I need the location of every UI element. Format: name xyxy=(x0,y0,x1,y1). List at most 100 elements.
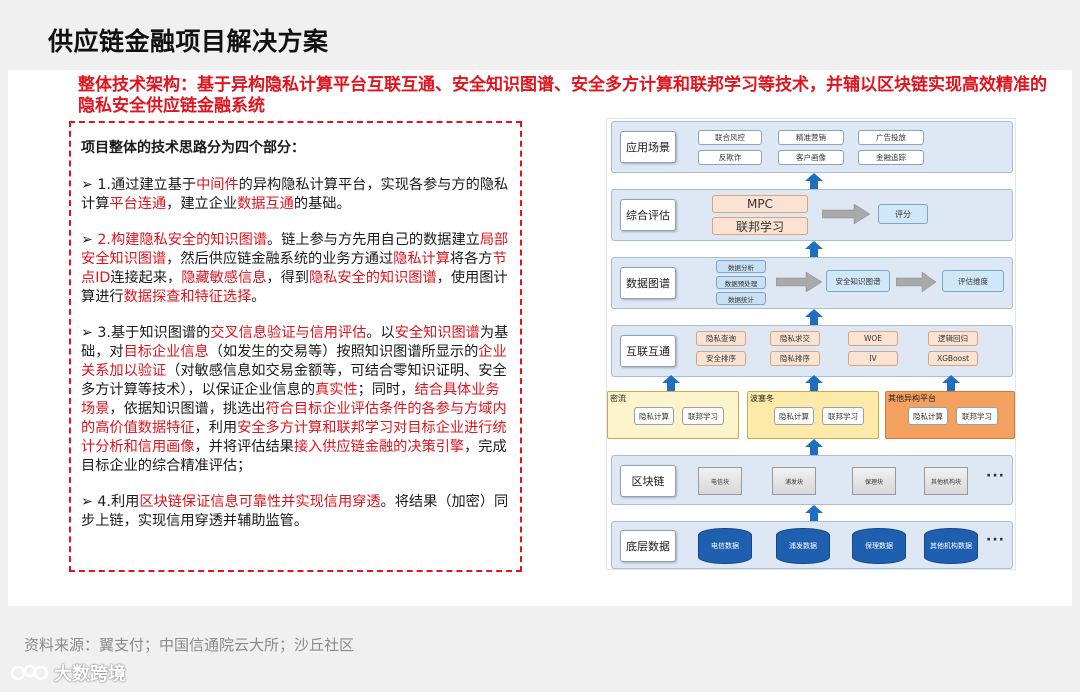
layer-interoperability: 互联互通 隐私查询 隐私求交 WOE 逻辑回归 安全排序 隐私排序 IV XGB… xyxy=(611,325,1013,377)
body-text: ，然后供应链金融系统的业务方通过 xyxy=(166,251,394,267)
party-privacy-computing: 隐私计算 xyxy=(634,407,674,425)
graph-input: 数据统计 xyxy=(716,292,766,305)
logo-text: 大数跨境 xyxy=(54,664,126,685)
app-item: 广告投放 xyxy=(858,130,924,145)
app-item: 客户画像 xyxy=(778,150,844,165)
party-privacy-computing: 隐私计算 xyxy=(908,407,948,425)
point-2: ➢ 2.构建隐私安全的知识图谱。链上参与方先用自己的数据建立局部安全知识图谱，然… xyxy=(81,231,510,307)
highlight-text: 隐藏敏感信息 xyxy=(181,270,267,286)
block-other: 其他机构块 xyxy=(924,467,968,495)
interop-item: WOE xyxy=(848,331,898,346)
up-arrow xyxy=(805,173,823,189)
bullet-arrow-icon: ➢ xyxy=(81,177,98,193)
layer-label-base-data: 底层数据 xyxy=(620,530,676,562)
body-text: ；同时， xyxy=(357,382,415,398)
highlight-text: 区块链保证信息可靠性并实现信用穿透 xyxy=(139,494,381,510)
party-poseidon: 波塞冬 隐私计算 联邦学习 xyxy=(747,391,879,439)
party-miliu: 密流 隐私计算 联邦学习 xyxy=(607,391,739,439)
highlight-text: 交叉信息验证与信用评估 xyxy=(210,325,367,341)
point-3: ➢ 3.基于知识图谱的交叉信息验证与信用评估。以安全知识图谱为基础，对目标企业信… xyxy=(81,324,510,476)
highlight-text: 安全知识图谱 xyxy=(394,325,480,341)
highlight-text: 真实性 xyxy=(315,382,358,398)
body-text: ，利用 xyxy=(194,420,238,436)
body-text: 的基础。 xyxy=(293,196,351,212)
score-box: 评分 xyxy=(878,204,928,224)
data-spdb: 浦发数据 xyxy=(776,528,830,564)
bullet-arrow-icon: ➢ xyxy=(81,232,98,248)
interop-item: 隐私查询 xyxy=(696,331,746,346)
highlight-text: 中间件 xyxy=(196,177,239,193)
body-text: 连接起来， xyxy=(110,270,182,286)
data-telecom: 电信数据 xyxy=(698,528,752,564)
headline: 整体技术架构：基于异构隐私计算平台互联互通、安全知识图谱、安全多方计算和联邦学习… xyxy=(78,75,1047,116)
page-title: 供应链金融项目解决方案 xyxy=(48,27,329,56)
logo-icon xyxy=(10,664,49,681)
party-privacy-computing: 隐私计算 xyxy=(774,407,814,425)
bullet-arrow-icon: ➢ xyxy=(81,494,98,510)
body-text: 。 xyxy=(251,289,266,305)
data-factoring: 保理数据 xyxy=(852,528,906,564)
up-arrow xyxy=(805,505,823,521)
highlight-text: 隐私安全的知识图谱 xyxy=(308,270,437,286)
brand-logo: 大数跨境 xyxy=(10,660,126,686)
party-federated-learning: 联邦学习 xyxy=(822,407,864,425)
interop-item: 隐私排序 xyxy=(770,351,820,366)
graph-input: 数据分析 xyxy=(716,260,766,273)
party-name: 波塞冬 xyxy=(750,394,774,403)
point-4: ➢ 4.利用区块链保证信息可靠性并实现信用穿透。将结果（加密）同步上链，实现信用… xyxy=(81,493,510,531)
layer-label-application: 应用场景 xyxy=(620,131,676,163)
ellipsis: ··· xyxy=(986,532,1005,548)
party-federated-learning: 联邦学习 xyxy=(956,407,998,425)
body-text: 。链上参与方先用自己的数据建立 xyxy=(267,232,480,248)
body-text: 3.基于知识图谱的 xyxy=(97,325,211,341)
interop-item: 隐私求交 xyxy=(770,331,820,346)
interop-item: 安全排序 xyxy=(696,351,746,366)
body-text: ，得到 xyxy=(266,270,309,286)
party-other-platform: 其他异构平台 隐私计算 联邦学习 xyxy=(885,391,1015,439)
block-factoring: 保理块 xyxy=(852,467,896,495)
layer-label-evaluation: 综合评估 xyxy=(620,199,676,231)
layer-label-data-graph: 数据图谱 xyxy=(620,267,676,299)
body-text: 4.利用 xyxy=(97,494,140,510)
app-item: 联合风控 xyxy=(698,130,762,145)
highlight-text: 平台连通 xyxy=(109,196,167,212)
body-text: 1.通过建立基于 xyxy=(97,177,197,193)
highlight-text: 数据互通 xyxy=(237,196,294,212)
data-other: 其他机构数据 xyxy=(924,528,978,564)
bullet-arrow-icon: ➢ xyxy=(81,325,98,341)
right-arrow-icon xyxy=(776,272,822,292)
secure-knowledge-graph-box: 安全知识图谱 xyxy=(826,270,890,292)
layer-base-data: 底层数据 电信数据 浦发数据 保理数据 其他机构数据 ··· xyxy=(611,521,1013,569)
highlight-text: 接入供应链金融的决策引擎 xyxy=(293,439,465,455)
app-item: 金融追踪 xyxy=(858,150,924,165)
body-text: ，依据知识图谱，挑选出 xyxy=(109,401,266,417)
evaluation-dimension-box: 评估维度 xyxy=(942,270,1004,292)
highlight-text: 2.构建隐私安全的知识图谱 xyxy=(97,232,268,248)
body-text: ，并将评估结果 xyxy=(194,439,294,455)
body-text: 。以 xyxy=(366,325,395,341)
block-spdb: 浦发块 xyxy=(772,467,816,495)
app-item: 精准营销 xyxy=(778,130,844,145)
party-federated-learning: 联邦学习 xyxy=(682,407,724,425)
app-item: 反欺诈 xyxy=(698,150,762,165)
layer-label-blockchain: 区块链 xyxy=(620,465,676,497)
party-name: 其他异构平台 xyxy=(888,394,936,403)
layer-blockchain: 区块链 电信块 浦发块 保理块 其他机构块 ··· xyxy=(611,455,1013,505)
right-arrow-icon xyxy=(822,204,870,224)
layer-label-interoperability: 互联互通 xyxy=(620,335,676,367)
layer-data-graph: 数据图谱 数据分析 数据预处理 数据统计 安全知识图谱 评估维度 xyxy=(611,257,1013,309)
up-arrow xyxy=(805,375,823,391)
up-arrow xyxy=(805,309,823,325)
interop-item: XGBoost xyxy=(928,351,978,366)
party-name: 密流 xyxy=(610,394,626,403)
point-1: ➢ 1.通过建立基于中间件的异构隐私计算平台，实现各参与方的隐私计算平台连通，建… xyxy=(81,176,510,214)
body-text: ，建立企业 xyxy=(166,196,238,212)
highlight-text: 隐私计算 xyxy=(393,251,450,267)
up-arrow xyxy=(805,241,823,257)
up-arrow xyxy=(662,375,680,391)
layer-application: 应用场景 联合风控 精准营销 广告投放 反欺诈 客户画像 金融追踪 xyxy=(611,121,1013,173)
source-note: 资料来源：翼支付；中国信通院云大所；沙丘社区 xyxy=(24,636,355,654)
architecture-diagram: 应用场景 联合风控 精准营销 广告投放 反欺诈 客户画像 金融追踪 综合评估 M… xyxy=(606,118,1016,570)
right-arrow-icon xyxy=(896,272,936,292)
highlight-text: 目标企业信息 xyxy=(123,344,209,360)
